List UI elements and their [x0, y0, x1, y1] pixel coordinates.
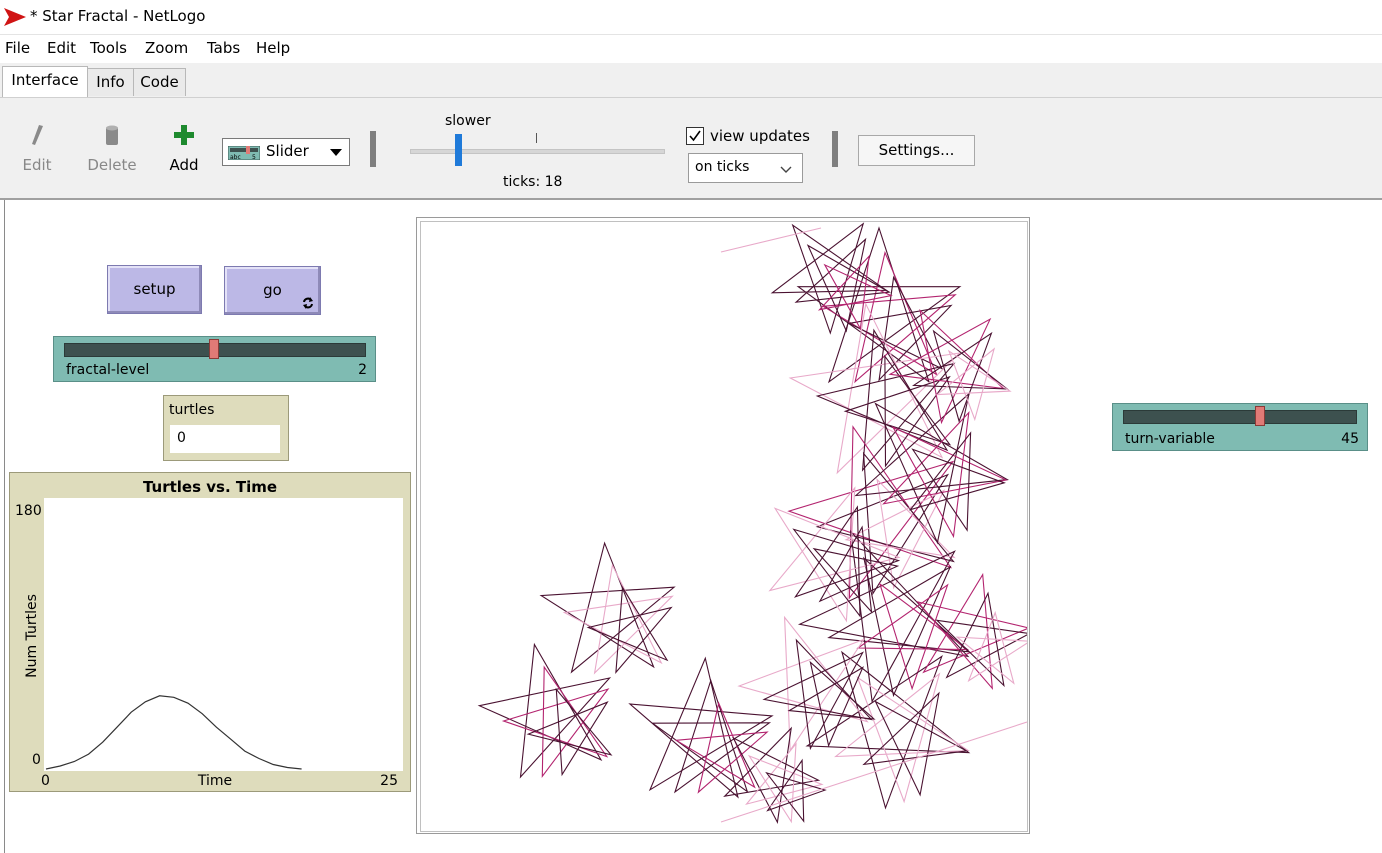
- menu-tools[interactable]: Tools: [90, 39, 127, 57]
- turtle-trail-line: [720, 721, 1027, 823]
- turn-variable-handle[interactable]: [1255, 406, 1265, 426]
- add-button[interactable]: Add: [165, 124, 203, 174]
- update-mode-select[interactable]: on ticks: [688, 153, 803, 183]
- turn-variable-track[interactable]: [1123, 410, 1357, 424]
- plot-xlabel: Time: [197, 773, 233, 789]
- workspace-border: [4, 200, 5, 853]
- monitor-value-box: 0: [170, 425, 280, 453]
- chevron-down-icon: [330, 149, 342, 156]
- turtles-vs-time-plot: Turtles vs. Time 180 0 0 25 Time Num Tur…: [9, 472, 411, 792]
- turtle-trail-star: [882, 410, 1008, 539]
- turn-variable-name: turn-variable: [1125, 431, 1215, 447]
- fractal-level-name: fractal-level: [66, 362, 150, 378]
- checkmark-icon: [689, 130, 701, 142]
- netlogo-logo-icon: [4, 8, 26, 26]
- delete-button[interactable]: Delete: [86, 124, 138, 174]
- monitor-value: 0: [177, 430, 186, 446]
- add-label: Add: [169, 156, 199, 174]
- plot-title: Turtles vs. Time: [142, 478, 278, 496]
- fractal-level-slider[interactable]: fractal-level 2: [53, 336, 376, 382]
- turtle-trail-star: [955, 610, 1027, 685]
- go-button-label: go: [263, 281, 282, 299]
- turtle-trail-star: [768, 486, 901, 623]
- turtle-trail-star: [562, 563, 674, 675]
- turtle-trail-star: [815, 451, 955, 596]
- delete-label: Delete: [87, 156, 137, 174]
- svg-text:5: 5: [252, 154, 256, 160]
- plot-series-line: [45, 695, 302, 770]
- speed-label: slower: [445, 113, 491, 129]
- plot-ymax: 180: [15, 503, 42, 519]
- menu-tabs[interactable]: Tabs: [207, 39, 240, 57]
- menu-help[interactable]: Help: [256, 39, 290, 57]
- settings-button[interactable]: Settings...: [858, 135, 975, 166]
- turtle-trail-star: [788, 302, 962, 475]
- fractal-level-handle[interactable]: [209, 339, 219, 359]
- world-view-canvas[interactable]: [420, 221, 1028, 832]
- svg-text:abc: abc: [230, 154, 241, 160]
- turtles-monitor: turtles 0: [163, 395, 289, 461]
- speed-slider-center-tick: [536, 133, 537, 143]
- view-updates-checkbox[interactable]: [686, 127, 704, 145]
- turtle-trail-line: [720, 227, 822, 253]
- world-view-drawing: [477, 222, 1027, 825]
- tab-info[interactable]: Info: [87, 68, 134, 96]
- fractal-level-value: 2: [358, 362, 367, 378]
- menu-bar: File Edit Tools Zoom Tabs Help: [0, 34, 1382, 64]
- speed-slider-track[interactable]: [410, 149, 665, 154]
- turtle-trail-star: [796, 226, 962, 384]
- tab-interface[interactable]: Interface: [2, 66, 88, 97]
- tab-code[interactable]: Code: [133, 68, 186, 96]
- plot-ylabel: Num Turtles: [24, 594, 40, 678]
- menu-zoom[interactable]: Zoom: [145, 39, 188, 57]
- turtle-trail-star: [501, 665, 610, 778]
- go-button[interactable]: go: [224, 266, 321, 315]
- turtle-trail-star: [723, 726, 821, 825]
- turn-variable-value: 45: [1341, 431, 1359, 447]
- window-title: * Star Fractal - NetLogo: [30, 7, 206, 25]
- plot-ymin: 0: [32, 752, 41, 768]
- forever-loop-icon: [303, 297, 313, 309]
- menu-edit[interactable]: Edit: [47, 39, 76, 57]
- ticks-counter: ticks: 18: [503, 174, 563, 190]
- title-bar: * Star Fractal - NetLogo: [0, 0, 1382, 32]
- widget-type-select[interactable]: abc 5 Slider: [222, 138, 350, 166]
- widget-type-label: Slider: [266, 142, 309, 160]
- toolbar-separator: [370, 131, 376, 167]
- view-updates-label: view updates: [710, 127, 810, 145]
- turn-variable-slider[interactable]: turn-variable 45: [1112, 403, 1368, 451]
- plot-area: [44, 498, 403, 771]
- monitor-label: turtles: [169, 402, 215, 418]
- edit-button[interactable]: Edit: [18, 124, 56, 174]
- speed-slider-handle[interactable]: [455, 134, 462, 166]
- turtle-trail-star: [477, 642, 612, 779]
- toolbar-separator: [832, 131, 838, 167]
- turtle-trail-star: [539, 541, 676, 674]
- toolbar: [0, 98, 1382, 200]
- trash-icon: [106, 125, 118, 145]
- setup-button[interactable]: setup: [107, 265, 202, 314]
- tab-strip: Interface Info Code: [0, 63, 1382, 98]
- edit-label: Edit: [22, 156, 52, 174]
- slider-widget-icon: abc 5: [228, 146, 260, 160]
- turtle-trail-star: [862, 691, 969, 797]
- menu-file[interactable]: File: [5, 39, 30, 57]
- world-view[interactable]: [416, 217, 1030, 834]
- pencil-icon: [32, 125, 43, 145]
- update-mode-value: on ticks: [695, 159, 750, 175]
- chevron-down-icon: [780, 166, 792, 173]
- plus-icon: [174, 125, 194, 145]
- turtle-trail-star: [834, 672, 970, 804]
- setup-button-label: setup: [133, 280, 176, 298]
- turtle-trail-star: [770, 222, 889, 335]
- turtle-trail-star: [628, 656, 774, 799]
